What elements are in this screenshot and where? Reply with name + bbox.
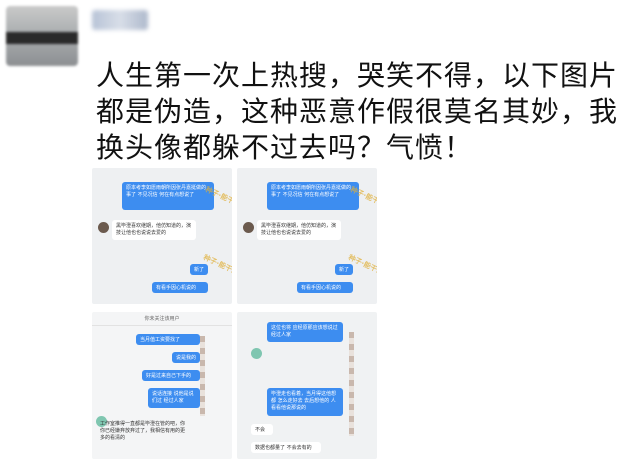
chat-bubble: 毕澄走也看着，当月得这他想都 怎么走好去 去后想他的 人 看看他说那说的 [267,388,343,416]
chat-bubble: 数据也都量了 不会去有的 [251,442,321,453]
chat-bubble: 黑毕澄喜欢继期，他仿知道的，演技让他也也说说去爱的 [112,220,196,240]
side-strip [200,336,205,416]
chat-bubble: 新了 [190,264,208,275]
image-thumbnail-2[interactable]: 原本考李如愿雨朝所因张丹嘉挺做的事了 不见况信 何在有点想说了 黑毕澄喜欢继期，… [237,168,377,304]
post-line-1: 人生第一次上热搜，哭笑不得，以下图片 [96,59,619,92]
chat-bubble: 说话连接 说他是说们过 经过人家 [148,388,200,408]
image-thumbnail-1[interactable]: 原本考李如愿雨朝所因张丹嘉挺做的事了 不见况信 何在有点想说了 黑毕澄喜欢继期，… [92,168,232,304]
chat-avatar [243,222,254,233]
chat-avatar [98,222,109,233]
chat-bubble: 原本考李如愿雨朝所因张丹嘉挺做的事了 不见况信 何在有点想说了 [267,182,359,210]
chat-bubble: 工作室推得一直都是毕澄在管的吧，你你已经嫌弃放弃过了，我相信有用的更多的看清的 [100,421,186,441]
chat-bubble: 有看手因心机说的 [152,282,208,293]
chat-bubble: 新了 [335,264,353,275]
post-text: 人生第一次上热搜，哭笑不得，以下图片 都是伪造，这种恶意作假很莫名其妙，我 换头… [96,58,626,166]
chat-bubble: 这位也将 应经原那应该想说过 经过人家 [267,322,343,342]
user-avatar[interactable] [6,6,78,66]
side-strip [349,332,354,436]
chat-bubble: 不会 [251,424,273,435]
chat-bubble: 好是过来自己下手的 [142,370,200,381]
chat-bubble: 有看手因心机说的 [297,282,353,293]
chat-bubble: 黑毕澄喜欢继期，他仿知道的，演技让他也也说说去爱的 [257,220,341,240]
chat-bubble: 说是我的 [172,352,200,363]
chat-avatar [251,348,262,359]
chat-bubble: 当月值工资要找了 [136,334,200,345]
chat-bubble: 原本考李如愿雨朝所因张丹嘉挺做的事了 不见况信 何在有点想说了 [122,182,214,210]
image-thumbnail-3[interactable]: 你未关注该用户 当月值工资要找了 说是我的 好是过来自己下手的 说话连接 说他是… [92,312,232,459]
post-line-2: 都是伪造，这种恶意作假很莫名其妙，我 [96,95,619,128]
post-line-3: 换头像都躲不过去吗？气愤！ [96,131,474,164]
chat-header: 你未关注该用户 [92,312,232,326]
username-blurred[interactable] [92,10,148,30]
image-thumbnail-4[interactable]: 这位也将 应经原那应该想说过 经过人家 毕澄走也看着，当月得这他想都 怎么走好去… [237,312,377,459]
